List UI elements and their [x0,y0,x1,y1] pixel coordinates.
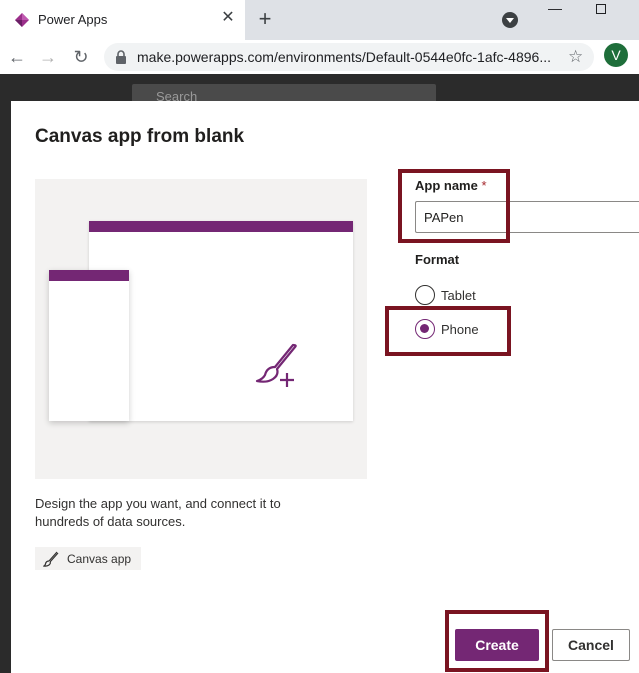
cancel-button[interactable]: Cancel [552,629,630,661]
paintbrush-icon [43,551,59,567]
canvas-app-chip: Canvas app [35,547,142,570]
browser-toolbar: ← → ↻ make.powerapps.com/environments/De… [0,40,639,74]
app-name-highlight-box [398,169,510,243]
plus-icon[interactable]: + [254,8,276,30]
avatar[interactable]: V [604,43,628,67]
tablet-radio[interactable] [415,285,435,305]
back-icon[interactable]: ← [6,46,28,68]
window-titlebar [49,270,129,281]
tab-title: Power Apps [38,12,108,27]
create-button-highlight-box [445,610,549,672]
star-icon[interactable]: ☆ [568,47,583,67]
tablet-radio-label[interactable]: Tablet [441,288,476,303]
address-bar[interactable]: make.powerapps.com/environments/Default-… [104,43,594,71]
maximize-icon[interactable] [596,4,606,14]
dialog-title: Canvas app from blank [35,126,245,147]
canvas-app-dialog: Canvas app from blank Design the app you… [11,101,639,673]
power-apps-favicon [15,13,29,27]
app-preview-illustration [35,179,367,479]
browser-tab[interactable]: Power Apps ✕ [0,0,245,40]
lock-icon [116,50,126,64]
format-label: Format [415,252,460,267]
paintbrush-add-icon [255,343,297,387]
url-text: make.powerapps.com/environments/Default-… [137,49,551,65]
reload-icon[interactable]: ↻ [70,46,92,68]
browser-tabstrip: Power Apps ✕ + — [0,0,639,40]
forward-icon[interactable]: → [37,46,59,68]
tab-search-icon[interactable] [501,11,519,29]
phone-option-highlight-box [385,306,511,356]
dialog-description: Design the app you want, and connect it … [35,496,281,529]
window-titlebar [89,221,353,232]
phone-window-illustration [49,270,129,421]
close-icon[interactable]: ✕ [219,9,237,27]
chip-label: Canvas app [67,551,132,566]
minimize-icon[interactable]: — [548,0,562,16]
